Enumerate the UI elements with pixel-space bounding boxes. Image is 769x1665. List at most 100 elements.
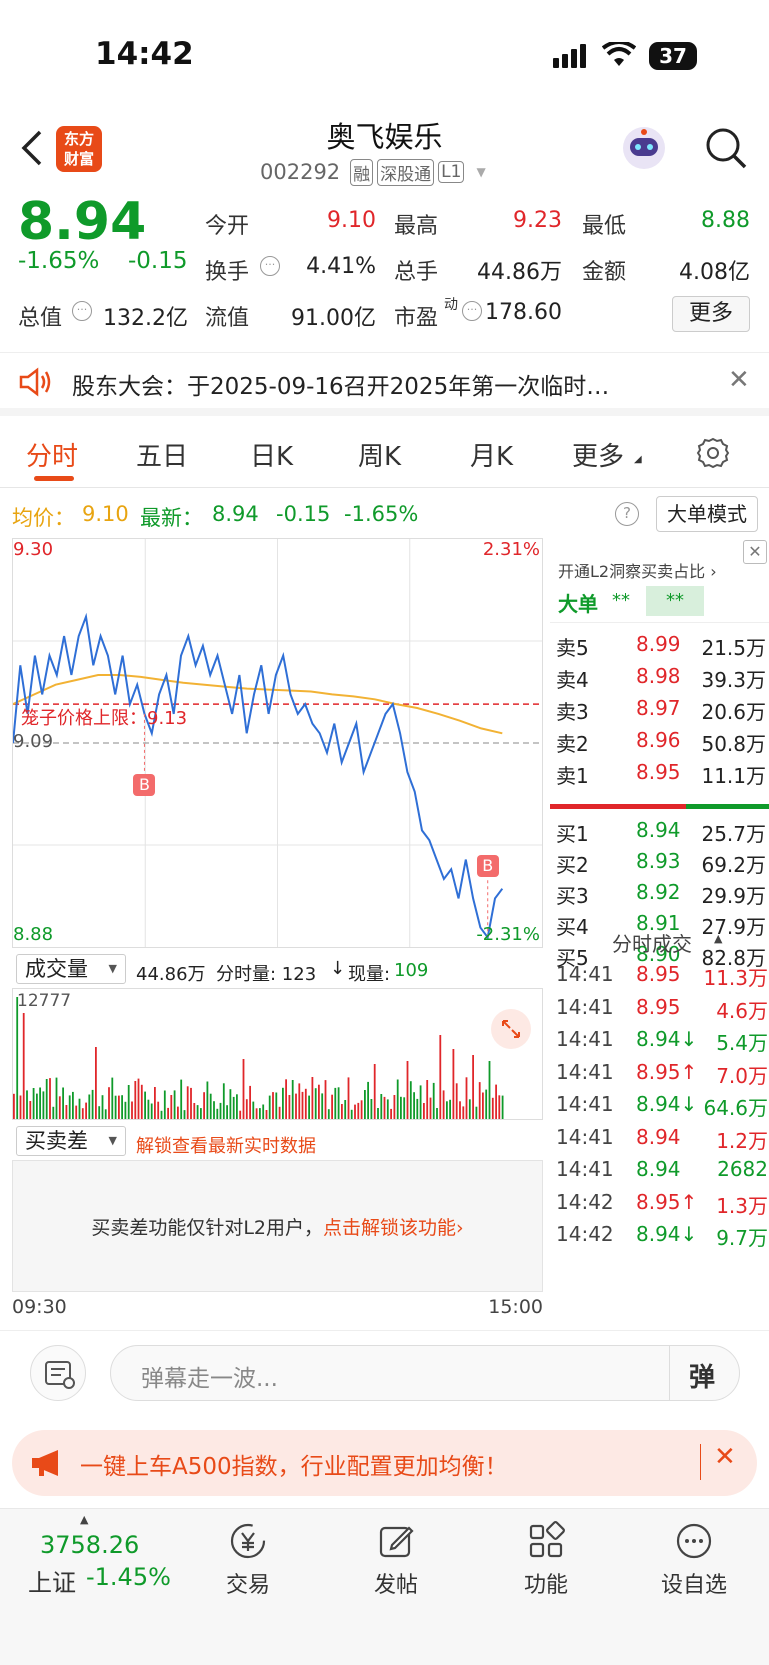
buy-row[interactable]: 买3 8.92 29.9万 xyxy=(556,880,766,912)
volume-bar xyxy=(400,1096,402,1119)
buy-marker[interactable]: B xyxy=(476,855,499,878)
ticks-title[interactable]: 分时成交 xyxy=(612,928,692,957)
close-icon[interactable]: ✕ xyxy=(728,365,750,395)
search-icon[interactable] xyxy=(704,126,748,174)
tab-more[interactable]: 更多 xyxy=(572,436,624,473)
nav-watchlist[interactable]: 设自选 xyxy=(634,1519,754,1599)
volume-selector[interactable]: 成交量 ▼ xyxy=(16,954,126,984)
time-start: 09:30 xyxy=(12,1296,67,1318)
danmu-list-icon[interactable] xyxy=(30,1345,86,1401)
sell-row[interactable]: 卖5 8.99 21.5万 xyxy=(556,632,766,664)
volume-bar xyxy=(501,1095,504,1119)
info-dots-icon[interactable]: ··· xyxy=(462,301,482,321)
diff-unlock-button[interactable]: 点击解锁该功能 xyxy=(323,1217,456,1239)
index-value[interactable]: 3758.26 xyxy=(40,1531,139,1559)
diff-selector[interactable]: 买卖差 ▼ xyxy=(16,1126,126,1156)
volume-bar xyxy=(229,1089,232,1119)
volume-bar xyxy=(42,1091,45,1119)
volume-bar xyxy=(170,1095,173,1119)
expand-icon[interactable] xyxy=(491,1009,531,1049)
expand-caret-icon[interactable]: ▲ xyxy=(80,1513,88,1526)
collapse-caret-icon[interactable]: ▲ xyxy=(714,932,722,945)
sell-row[interactable]: 卖2 8.96 50.8万 xyxy=(556,728,766,760)
close-icon[interactable]: ✕ xyxy=(743,540,767,564)
volume-bar xyxy=(29,1101,32,1119)
tick-volume: 5.4万 xyxy=(716,1031,768,1055)
cage-price-label: 笼子价格上限：9.13 xyxy=(21,708,188,729)
sell-row[interactable]: 卖1 8.95 11.1万 xyxy=(556,760,766,792)
sell-volume: 50.8万 xyxy=(701,732,766,756)
sell-row[interactable]: 卖3 8.97 20.6万 xyxy=(556,696,766,728)
tab-monthly-k[interactable]: 月K xyxy=(470,436,513,473)
intraday-price-chart[interactable]: 9.30 8.88 2.31% -2.31% 9.09 笼子价格上限：9.13 … xyxy=(12,538,543,948)
volume-bar xyxy=(216,1108,219,1119)
volume-bar xyxy=(75,1105,78,1119)
volume-bar xyxy=(65,1105,68,1119)
tick-price: 8.95 xyxy=(636,962,681,986)
volume-bar xyxy=(452,1049,455,1119)
volume-bar xyxy=(150,1103,153,1119)
tick-price: 8.95↑ xyxy=(636,1059,698,1084)
info-dots-icon[interactable]: ··· xyxy=(72,301,92,321)
volume-bar xyxy=(383,1096,386,1119)
dropdown-caret-icon: ▼ xyxy=(108,962,117,975)
cage-price-value: 9.13 xyxy=(147,708,188,729)
signal-icon xyxy=(553,44,593,72)
sell-volume: 21.5万 xyxy=(701,636,766,660)
l2-promo-link[interactable]: 开通L2洞察买卖占比 › xyxy=(558,558,717,582)
more-button[interactable]: 更多 xyxy=(672,296,750,332)
buy-row[interactable]: 买1 8.94 25.7万 xyxy=(556,818,766,850)
close-icon[interactable]: ✕ xyxy=(714,1442,736,1472)
avg-value: 9.10 xyxy=(82,502,129,526)
nav-trade[interactable]: 交易 xyxy=(188,1519,308,1599)
volume-now-label: 现量: xyxy=(348,964,391,985)
tick-volume: 9.7万 xyxy=(716,1226,768,1250)
sell-row[interactable]: 卖4 8.98 39.3万 xyxy=(556,664,766,696)
stock-code-row[interactable]: 002292 融 深股通 L1 ▼ xyxy=(260,158,486,186)
tab-weekly-k[interactable]: 周K xyxy=(358,436,401,473)
volume-bar xyxy=(163,1090,166,1119)
volume-bar xyxy=(121,1095,123,1119)
diff-unlock-link[interactable]: 解锁查看最新实时数据 xyxy=(136,1132,316,1158)
promo-banner[interactable]: 一键上车A500指数，行业配置更加均衡！ ✕ xyxy=(12,1430,757,1496)
danmu-input[interactable]: 弹幕走一波... 弹 xyxy=(110,1345,740,1401)
status-time: 14:42 xyxy=(95,36,194,72)
notice-bar[interactable]: 股东大会：于2025-09-16召开2025年第一次临时… ✕ xyxy=(0,352,769,416)
tick-volume: 1.2万 xyxy=(716,1128,768,1153)
volume-total: 44.86万 xyxy=(136,964,206,985)
volume-bar xyxy=(285,1079,287,1119)
status-bar: 14:42 37 xyxy=(0,0,769,110)
nav-post[interactable]: 发帖 xyxy=(336,1519,456,1599)
buy-volume: 29.9万 xyxy=(701,884,766,908)
buy-marker[interactable]: B xyxy=(133,773,156,796)
tick-volume: 2682 xyxy=(717,1157,768,1181)
help-icon[interactable]: ? xyxy=(615,502,639,526)
info-dots-icon[interactable]: ··· xyxy=(260,256,280,276)
volume-bar xyxy=(403,1097,406,1119)
volume-bar xyxy=(114,1095,117,1119)
volume-bar xyxy=(167,1107,169,1119)
buy-row[interactable]: 买2 8.93 69.2万 xyxy=(556,849,766,881)
robot-assistant-icon[interactable] xyxy=(620,124,668,172)
avg-label: 均价： xyxy=(12,506,75,530)
open-label: 今开 xyxy=(205,214,250,239)
big-order-mode-button[interactable]: 大单模式 xyxy=(656,496,758,532)
tick-price: 8.94↓ xyxy=(636,1222,698,1246)
volume-bar xyxy=(213,1101,215,1119)
diff-locked-panel: 买卖差功能仅针对L2用户，点击解锁该功能› xyxy=(12,1160,543,1292)
tick-volume: 64.6万 xyxy=(703,1096,768,1120)
notice-text: 股东大会：于2025-09-16召开2025年第一次临时… xyxy=(72,374,610,400)
tab-five-day[interactable]: 五日 xyxy=(136,436,188,473)
wifi-icon xyxy=(601,40,637,72)
buy-volume: 69.2万 xyxy=(701,853,766,877)
danmu-send-icon[interactable]: 弹 xyxy=(689,1357,715,1394)
tab-intraday[interactable]: 分时 xyxy=(26,436,78,473)
tick-row: 14:41 8.94 2682 xyxy=(556,1157,768,1189)
volume-bar xyxy=(459,1101,461,1119)
volume-bar xyxy=(390,1108,392,1119)
volume-bar xyxy=(327,1109,330,1119)
nav-functions[interactable]: 功能 xyxy=(486,1519,606,1599)
settings-gear-icon[interactable] xyxy=(696,436,730,474)
tab-daily-k[interactable]: 日K xyxy=(250,436,293,473)
volume-bar xyxy=(186,1086,189,1119)
